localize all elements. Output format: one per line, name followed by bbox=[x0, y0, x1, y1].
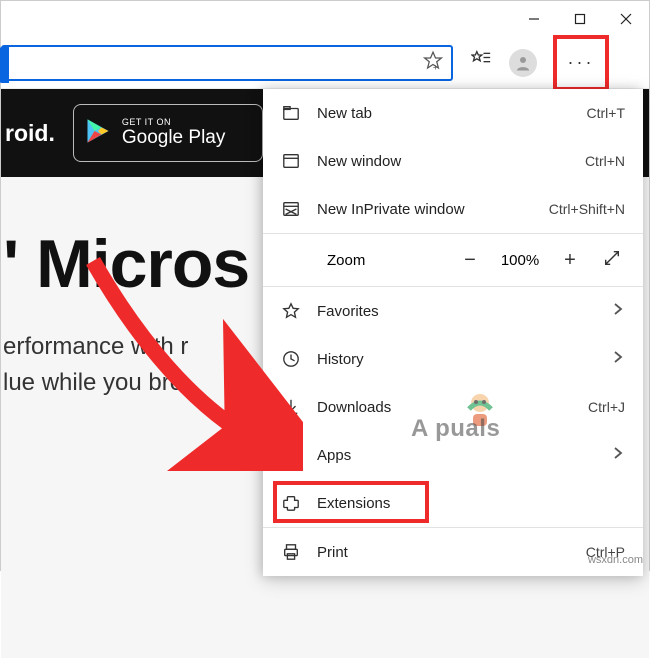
menu-item-history[interactable]: History bbox=[263, 335, 643, 383]
zoom-out-button[interactable]: − bbox=[451, 249, 489, 272]
menu-item-downloads[interactable]: Downloads Ctrl+J bbox=[263, 383, 643, 431]
menu-item-apps[interactable]: Apps bbox=[263, 431, 643, 479]
menu-label: New InPrivate window bbox=[317, 201, 533, 218]
window-titlebar bbox=[1, 1, 649, 37]
window-maximize-button[interactable] bbox=[557, 1, 603, 37]
browser-toolbar: + ··· bbox=[1, 37, 649, 89]
chevron-right-icon bbox=[611, 446, 625, 464]
settings-menu: New tab Ctrl+T New window Ctrl+N New InP… bbox=[263, 89, 643, 576]
chevron-right-icon bbox=[611, 350, 625, 368]
menu-zoom-row: Zoom − 100% + bbox=[263, 234, 643, 286]
more-icon: ··· bbox=[568, 52, 595, 73]
menu-label: New tab bbox=[317, 105, 571, 122]
menu-shortcut: Ctrl+N bbox=[585, 153, 625, 169]
google-play-big-text: Google Play bbox=[122, 128, 226, 148]
menu-item-extensions[interactable]: Extensions bbox=[263, 479, 643, 527]
google-play-icon bbox=[84, 117, 112, 150]
zoom-in-button[interactable]: + bbox=[551, 249, 589, 272]
google-play-badge[interactable]: GET IT ON Google Play bbox=[73, 104, 263, 162]
download-icon bbox=[281, 398, 301, 416]
favorites-list-icon[interactable] bbox=[471, 50, 491, 75]
zoom-label: Zoom bbox=[327, 252, 445, 269]
chevron-right-icon bbox=[611, 302, 625, 320]
settings-more-button[interactable]: ··· bbox=[561, 43, 601, 83]
menu-item-new-inprivate[interactable]: New InPrivate window Ctrl+Shift+N bbox=[263, 185, 643, 233]
add-favorite-icon[interactable]: + bbox=[423, 50, 443, 75]
address-bar-selection bbox=[0, 47, 9, 83]
apps-icon bbox=[281, 446, 301, 464]
new-window-icon bbox=[281, 152, 301, 170]
menu-shortcut: Ctrl+Shift+N bbox=[549, 201, 625, 217]
extensions-icon bbox=[281, 494, 301, 512]
menu-item-new-window[interactable]: New window Ctrl+N bbox=[263, 137, 643, 185]
window-minimize-button[interactable] bbox=[511, 1, 557, 37]
profile-avatar[interactable] bbox=[509, 49, 537, 77]
address-bar[interactable]: + bbox=[1, 45, 453, 81]
menu-label: Apps bbox=[317, 447, 595, 464]
menu-label: Favorites bbox=[317, 303, 595, 320]
window-close-button[interactable] bbox=[603, 1, 649, 37]
print-icon bbox=[281, 543, 301, 561]
menu-shortcut: Ctrl+T bbox=[587, 105, 626, 121]
menu-label: Print bbox=[317, 544, 570, 561]
fullscreen-button[interactable] bbox=[595, 249, 629, 271]
inprivate-icon bbox=[281, 200, 301, 218]
menu-item-new-tab[interactable]: New tab Ctrl+T bbox=[263, 89, 643, 137]
star-icon bbox=[281, 302, 301, 320]
menu-shortcut: Ctrl+J bbox=[588, 399, 625, 415]
new-tab-icon bbox=[281, 104, 301, 122]
menu-item-favorites[interactable]: Favorites bbox=[263, 287, 643, 335]
zoom-value: 100% bbox=[495, 252, 545, 269]
watermark-site: wsxdn.com bbox=[588, 554, 643, 566]
menu-label: New window bbox=[317, 153, 569, 170]
menu-label: Extensions bbox=[317, 495, 625, 512]
banner-text-fragment: roid. bbox=[1, 120, 55, 147]
menu-label: History bbox=[317, 351, 595, 368]
menu-item-print[interactable]: Print Ctrl+P bbox=[263, 528, 643, 576]
history-icon bbox=[281, 350, 301, 368]
menu-label: Downloads bbox=[317, 399, 572, 416]
